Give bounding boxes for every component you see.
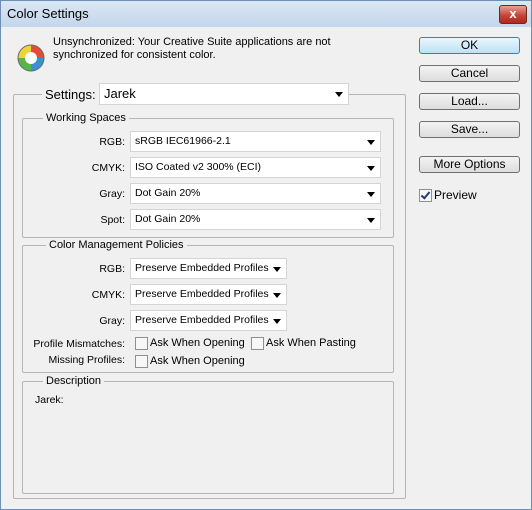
chevron-down-icon (273, 319, 281, 324)
policy-rgb-dropdown[interactable]: Preserve Embedded Profiles (130, 258, 287, 279)
ws-rgb-label: RGB: (99, 136, 125, 148)
sync-status-line2: synchronized for consistent color. (53, 49, 216, 61)
ws-cmyk-label: CMYK: (91, 162, 125, 174)
chevron-down-icon (273, 267, 281, 272)
window-title: Color Settings (7, 6, 89, 21)
policy-cmyk-dropdown[interactable]: Preserve Embedded Profiles (130, 284, 287, 305)
settings-value: Jarek (104, 86, 136, 101)
ws-rgb-dropdown[interactable]: sRGB IEC61966-2.1 (130, 131, 381, 152)
ws-cmyk-value: ISO Coated v2 300% (ECI) (135, 161, 262, 173)
missing-ask-opening-label[interactable]: Ask When Opening (150, 355, 245, 367)
policy-gray-label: Gray: (99, 315, 125, 327)
preview-label[interactable]: Preview (434, 188, 477, 202)
chevron-down-icon (367, 140, 375, 145)
sync-status-line1: Unsynchronized: Your Creative Suite appl… (53, 36, 331, 48)
ws-cmyk-dropdown[interactable]: ISO Coated v2 300% (ECI) (130, 157, 381, 178)
ws-gray-value: Dot Gain 20% (135, 187, 201, 199)
settings-label: Settings: (42, 87, 99, 102)
description-text: Jarek: (35, 394, 64, 406)
save-button[interactable]: Save... (419, 121, 520, 138)
ws-spot-label: Spot: (100, 214, 125, 226)
mismatch-ask-pasting-label[interactable]: Ask When Pasting (266, 337, 356, 349)
description-group: Description (22, 375, 394, 494)
policy-cmyk-label: CMYK: (91, 289, 125, 301)
ok-button[interactable]: OK (419, 37, 520, 54)
cancel-button[interactable]: Cancel (419, 65, 520, 82)
ws-gray-label: Gray: (99, 188, 125, 200)
policy-gray-dropdown[interactable]: Preserve Embedded Profiles (130, 310, 287, 331)
mismatch-ask-opening-label[interactable]: Ask When Opening (150, 337, 245, 349)
dialog-body: Unsynchronized: Your Creative Suite appl… (5, 28, 527, 505)
ws-spot-dropdown[interactable]: Dot Gain 20% (130, 209, 381, 230)
chevron-down-icon (335, 92, 343, 97)
sync-status-text: Unsynchronized: Your Creative Suite appl… (53, 36, 353, 62)
settings-dropdown[interactable]: Jarek (99, 83, 349, 105)
policy-rgb-label: RGB: (99, 263, 125, 275)
missing-profiles-label: Missing Profiles: (48, 354, 125, 366)
ws-spot-value: Dot Gain 20% (135, 213, 201, 225)
mismatch-ask-pasting-checkbox[interactable] (251, 337, 264, 350)
more-options-button[interactable]: More Options (419, 156, 520, 173)
policies-title: Color Management Policies (46, 239, 187, 251)
mismatch-ask-opening-checkbox[interactable] (135, 337, 148, 350)
preview-checkbox[interactable] (419, 189, 432, 202)
color-settings-window: Color Settings x Unsynchronized: Your Cr… (0, 0, 532, 510)
missing-ask-opening-checkbox[interactable] (135, 355, 148, 368)
policy-cmyk-value: Preserve Embedded Profiles (135, 288, 269, 300)
ws-rgb-value: sRGB IEC61966-2.1 (135, 135, 231, 147)
color-wheel-icon (17, 44, 45, 72)
working-spaces-title: Working Spaces (43, 112, 129, 124)
close-button[interactable]: x (499, 5, 527, 24)
chevron-down-icon (273, 293, 281, 298)
chevron-down-icon (367, 166, 375, 171)
description-title: Description (43, 375, 105, 387)
profile-mismatches-label: Profile Mismatches: (33, 338, 125, 350)
policy-gray-value: Preserve Embedded Profiles (135, 314, 269, 326)
title-bar[interactable]: Color Settings x (1, 1, 531, 27)
ws-gray-dropdown[interactable]: Dot Gain 20% (130, 183, 381, 204)
chevron-down-icon (367, 192, 375, 197)
policy-rgb-value: Preserve Embedded Profiles (135, 262, 269, 274)
load-button[interactable]: Load... (419, 93, 520, 110)
chevron-down-icon (367, 218, 375, 223)
